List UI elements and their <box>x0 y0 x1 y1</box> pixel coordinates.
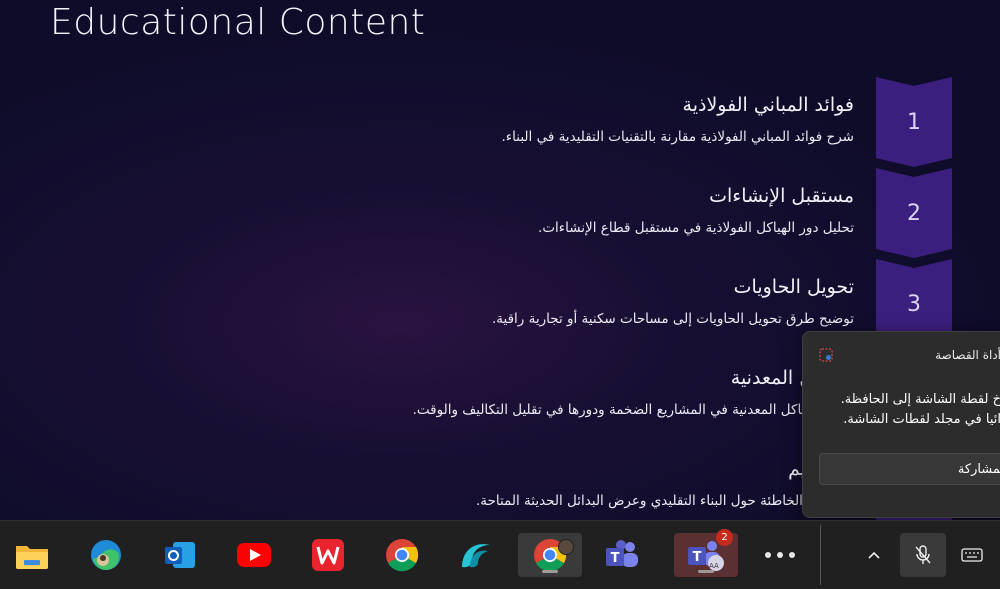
wps-icon <box>312 539 344 571</box>
wps-office-button[interactable] <box>306 533 350 577</box>
item-description: أهمية الهياكل المعدنية في المشاريع الضخم… <box>412 402 854 418</box>
keyboard-icon <box>961 548 983 562</box>
item-heading: تحويل الحاويات <box>733 276 854 298</box>
profile-avatar <box>558 539 574 555</box>
youtube-button[interactable] <box>232 533 276 577</box>
list-item: المفاهيم المفاهيم الخاطئة حول البناء الت… <box>154 456 854 510</box>
notification-body: خ لقطة الشاشة إلى الحافظة. ائيا في مجلد … <box>803 390 1000 430</box>
item-description: توضيح طرق تحويل الحاويات إلى مساحات سكني… <box>491 311 854 327</box>
slide-title: Educational Content <box>50 2 426 43</box>
item-heading: المفاهيم <box>154 456 854 482</box>
running-indicator <box>698 570 714 573</box>
chrome-profile-button[interactable] <box>518 533 582 577</box>
list-item: تحويل الحاويات توضيح طرق تحويل الحاويات … <box>154 274 854 328</box>
notification-line-1: خ لقطة الشاشة إلى الحافظة. <box>840 392 1000 407</box>
more-icon <box>765 552 795 558</box>
step-chevron-1: 1 <box>876 77 952 167</box>
file-explorer-button[interactable] <box>10 533 54 577</box>
item-description: المفاهيم الخاطئة حول البناء التقليدي وعر… <box>476 493 854 509</box>
microphone-muted-icon <box>915 545 931 564</box>
item-description: تحليل دور الهياكل الفولاذية في مستقبل قط… <box>538 220 854 236</box>
wave-app-button[interactable] <box>454 533 498 577</box>
step-number: 3 <box>907 291 921 317</box>
step-number: 2 <box>907 200 921 226</box>
chrome-icon <box>386 539 419 572</box>
chrome-button[interactable] <box>380 533 424 577</box>
item-heading: مستقبل الإنشاءات <box>709 185 854 207</box>
running-indicator <box>542 570 558 573</box>
teams-button[interactable]: T <box>600 533 644 577</box>
outlook-icon <box>165 542 195 568</box>
outlook-button[interactable] <box>158 533 202 577</box>
step-number: 1 <box>907 109 921 135</box>
touch-keyboard-button[interactable] <box>950 533 994 577</box>
notification-line-2: ائيا في مجلد لقطات الشاشة. <box>843 412 1000 427</box>
folder-icon <box>16 546 48 569</box>
wave-icon <box>462 544 490 568</box>
notification-app-name: أداة القصاصة <box>935 348 1000 362</box>
step-chevron-2: 2 <box>876 168 952 258</box>
microphone-muted-button[interactable] <box>900 533 946 577</box>
snipping-tool-icon <box>819 348 833 362</box>
item-heading: الهياكل المعدنية <box>730 367 854 389</box>
taskbar-divider <box>820 525 821 585</box>
item-description: شرح فوائد المباني الفولاذية مقارنة بالتق… <box>501 129 854 145</box>
meeting-avatar-initials: AA <box>709 562 719 570</box>
snipping-tool-notification[interactable]: أداة القصاصة خ لقطة الشاشة إلى الحافظة. … <box>802 331 1000 518</box>
show-hidden-icons-button[interactable] <box>852 533 896 577</box>
taskbar: T T AA <box>0 520 1000 589</box>
notification-badge: 2 <box>716 529 733 546</box>
svg-text:T: T <box>611 551 620 566</box>
list-item: مستقبل الإنشاءات تحليل دور الهياكل الفول… <box>154 183 854 237</box>
svg-text:T: T <box>693 550 702 565</box>
list-item: فوائد المباني الفولاذية شرح فوائد المبان… <box>154 92 854 146</box>
more-apps-button[interactable] <box>758 533 802 577</box>
teams-icon: T <box>606 540 638 567</box>
list-item: الهياكل المعدنية أهمية الهياكل المعدنية … <box>154 365 854 419</box>
chevron-up-icon <box>868 551 880 559</box>
share-button[interactable]: المشاركة <box>819 453 1000 485</box>
edge-button[interactable] <box>84 533 128 577</box>
youtube-icon <box>237 543 271 567</box>
edge-icon <box>91 540 121 571</box>
item-heading: فوائد المباني الفولاذية <box>682 94 854 116</box>
